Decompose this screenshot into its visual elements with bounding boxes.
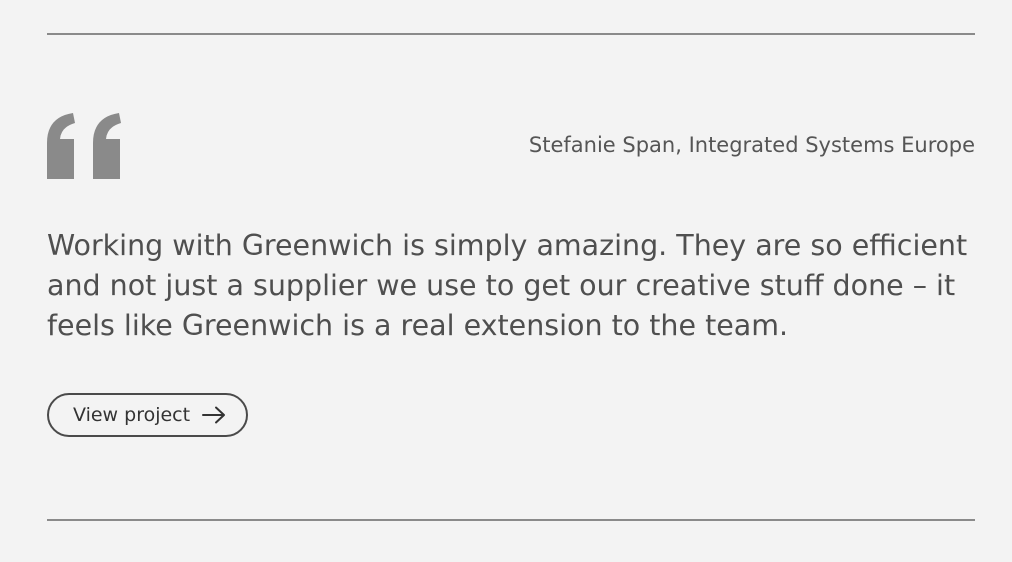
- bottom-divider: [47, 519, 975, 521]
- testimonial-quote: Working with Greenwich is simply amazing…: [47, 229, 968, 342]
- view-project-button[interactable]: View project: [47, 393, 249, 437]
- top-divider: [47, 33, 975, 35]
- testimonial-author: Stefanie Span, Integrated Systems Europe: [528, 133, 975, 157]
- quote-open-icon: [47, 113, 121, 179]
- view-project-label: View project: [73, 404, 191, 426]
- arrow-right-icon: [202, 406, 226, 424]
